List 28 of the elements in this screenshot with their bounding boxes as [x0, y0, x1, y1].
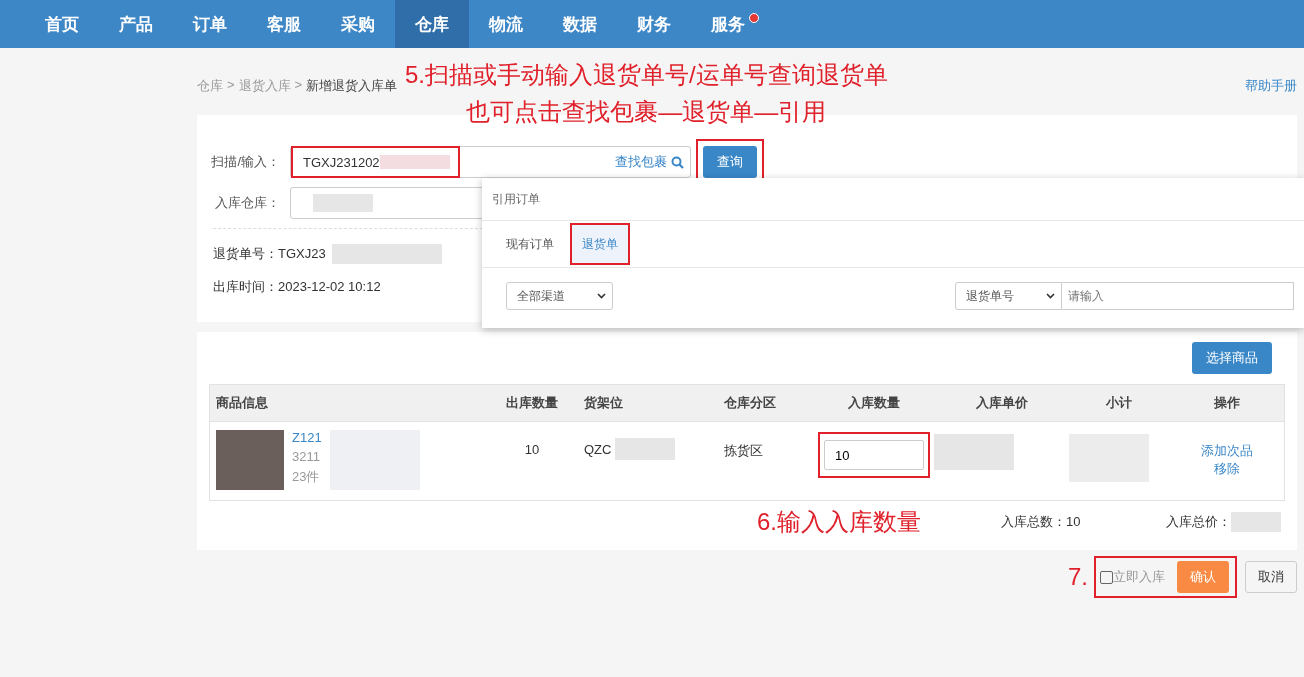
popup-title: 引用订单 [492, 190, 540, 208]
column-header: 入库单价 [974, 394, 1029, 412]
product-code: 3211 [292, 449, 321, 464]
field-label: 扫描/输入： [210, 153, 281, 171]
breadcrumb-separator: > [294, 77, 303, 94]
column-header: 出库数量 [505, 394, 559, 412]
column-header: 仓库分区 [723, 394, 777, 412]
total-quantity-text: 入库总数：10 [1001, 513, 1082, 531]
column-header: 小计 [1105, 394, 1133, 412]
column-header: 操作 [1212, 394, 1241, 412]
total-price-label: 入库总价： [1166, 513, 1231, 531]
input-value: TGXJ231202 [303, 154, 380, 170]
column-header: 入库数量 [847, 394, 901, 412]
annotation-text: 7. [1068, 563, 1088, 591]
ship-time-text: 出库时间：2023-12-02 10:12 [213, 279, 381, 294]
column-header: 商品信息 [215, 394, 269, 412]
table-cell: QZC [584, 442, 612, 457]
field-label: 入库仓库： [214, 194, 281, 212]
annotation-text: 也可点击查找包裹—退货单—引用 [466, 97, 827, 127]
return-number-text: 退货单号：TGXJ23 [213, 245, 326, 263]
breadcrumb-separator: > [227, 77, 235, 94]
annotation-text: 6.输入入库数量 [757, 507, 922, 537]
annotation-text: 5.扫描或手动输入退货单号/运单号查询退货单 [405, 60, 888, 90]
product-count: 23件 [292, 468, 321, 486]
table-cell-text: 10 [523, 441, 541, 459]
breadcrumb-item: 新增退货入库单 [306, 77, 398, 95]
column-header: 货架位 [583, 394, 624, 412]
table-cell-text: 拣货区 [723, 442, 764, 460]
